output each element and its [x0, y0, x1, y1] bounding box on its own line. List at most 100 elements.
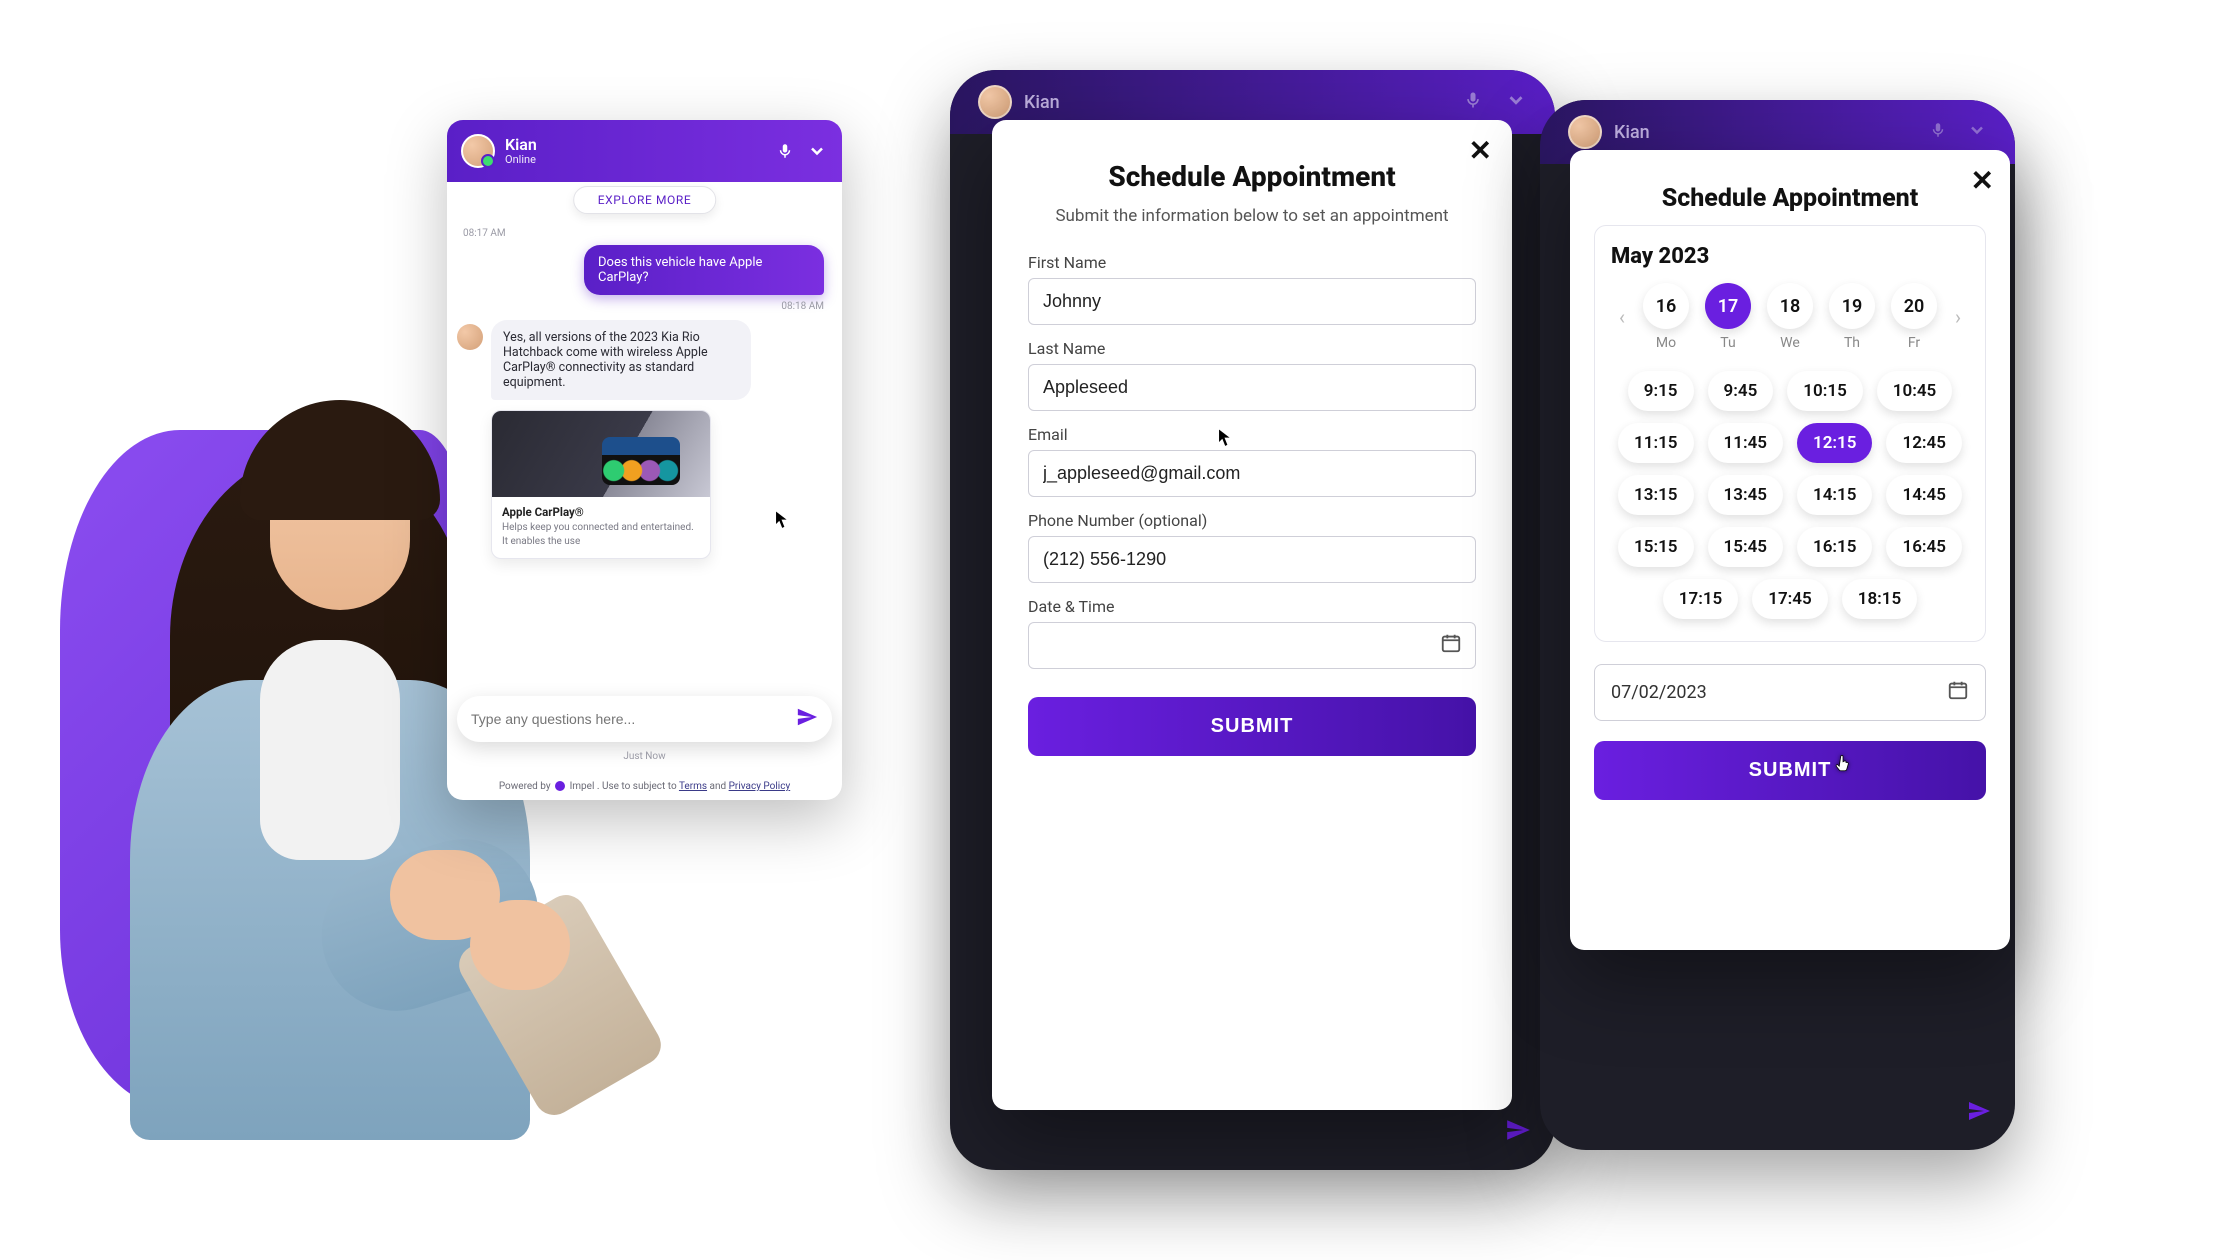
- footer-text: Powered by: [499, 781, 553, 792]
- send-icon[interactable]: [1505, 1117, 1531, 1150]
- chat-widget: Kian Online EXPLORE MORE 08:17 AM Does t…: [447, 120, 842, 800]
- calendar-day-number: 20: [1891, 283, 1937, 329]
- modal-title: Schedule Appointment: [1028, 160, 1476, 193]
- card-description: Helps keep you connected and entertained…: [502, 521, 700, 548]
- footer-brand: Impel: [570, 781, 595, 792]
- calendar-day-label: We: [1780, 335, 1800, 351]
- calendar-icon[interactable]: [1440, 632, 1462, 658]
- calendar-day[interactable]: 20 Fr: [1891, 283, 1937, 351]
- selected-date-field[interactable]: 07/02/2023: [1594, 664, 1986, 721]
- label-phone: Phone Number (optional): [1028, 511, 1476, 530]
- card-image: [492, 411, 710, 497]
- footer-text: and: [710, 781, 729, 792]
- chat-input-bar: [457, 696, 832, 742]
- time-slot[interactable]: 13:45: [1708, 475, 1783, 515]
- footer-text: . Use to subject to: [597, 781, 679, 792]
- calendar-day[interactable]: 16 Mo: [1643, 283, 1689, 351]
- chevron-down-icon[interactable]: [1505, 89, 1527, 115]
- user-message: Does this vehicle have Apple CarPlay?: [584, 245, 824, 295]
- calendar-prev[interactable]: ‹: [1611, 305, 1633, 329]
- label-email: Email: [1028, 425, 1476, 444]
- time-slot[interactable]: 16:15: [1797, 527, 1872, 567]
- first-name-field[interactable]: [1028, 278, 1476, 325]
- close-icon[interactable]: ✕: [1971, 164, 1994, 197]
- schedule-calendar-modal: ✕ Schedule Appointment May 2023 ‹ 16 Mo 17…: [1570, 150, 2010, 950]
- last-name-field[interactable]: [1028, 364, 1476, 411]
- time-slot[interactable]: 17:45: [1752, 579, 1827, 619]
- content-card[interactable]: Apple CarPlay® Helps keep you connected …: [491, 410, 711, 559]
- time-slot[interactable]: 10:45: [1877, 371, 1952, 411]
- calendar-day-number: 18: [1767, 283, 1813, 329]
- calendar-day-label: Mo: [1656, 335, 1676, 351]
- calendar-day-number: 16: [1643, 283, 1689, 329]
- mic-icon[interactable]: [1463, 90, 1483, 114]
- bot-message: Yes, all versions of the 2023 Kia Rio Ha…: [491, 320, 751, 400]
- calendar-icon: [1947, 679, 1969, 706]
- mic-icon[interactable]: [774, 140, 796, 162]
- agent-avatar: [1568, 115, 1602, 149]
- time-slot[interactable]: 16:45: [1886, 527, 1961, 567]
- agent-name: Kian: [1614, 122, 1650, 143]
- time-slot[interactable]: 15:15: [1618, 527, 1693, 567]
- datetime-field[interactable]: [1028, 622, 1476, 669]
- chat-body: EXPLORE MORE 08:17 AM Does this vehicle …: [447, 182, 842, 720]
- calendar-day[interactable]: 18 We: [1767, 283, 1813, 351]
- calendar-day-label: Th: [1844, 335, 1860, 351]
- time-slot[interactable]: 11:15: [1618, 423, 1693, 463]
- chevron-down-icon[interactable]: [806, 140, 828, 162]
- explore-more-chip[interactable]: EXPLORE MORE: [573, 186, 717, 214]
- send-icon[interactable]: [1967, 1099, 1991, 1130]
- agent-avatar-small: [457, 324, 483, 350]
- label-datetime: Date & Time: [1028, 597, 1476, 616]
- time-slot[interactable]: 10:15: [1787, 371, 1862, 411]
- card-title: Apple CarPlay®: [502, 505, 700, 519]
- calendar-panel: May 2023 ‹ 16 Mo 17 Tu 18 We 19 Th 20 Fr › 9:15 9:…: [1594, 225, 1986, 642]
- submit-button[interactable]: SUBMIT: [1594, 741, 1986, 800]
- time-slot[interactable]: 9:45: [1708, 371, 1774, 411]
- timestamp: 08:17 AM: [463, 228, 832, 239]
- chat-footer: Powered by Impel . Use to subject to Ter…: [447, 781, 842, 792]
- timestamp: 08:18 AM: [457, 301, 824, 312]
- agent-name: Kian: [1024, 92, 1060, 113]
- calendar-day-label: Tu: [1720, 335, 1735, 351]
- calendar-day-number: 19: [1829, 283, 1875, 329]
- calendar-day[interactable]: 19 Th: [1829, 283, 1875, 351]
- time-slot[interactable]: 11:45: [1708, 423, 1783, 463]
- agent-status: Online: [505, 154, 764, 166]
- terms-link[interactable]: Terms: [679, 781, 707, 792]
- send-icon[interactable]: [796, 706, 818, 732]
- just-now-label: Just Now: [447, 751, 842, 762]
- calendar-month: May 2023: [1611, 244, 1969, 269]
- time-slot[interactable]: 14:45: [1886, 475, 1961, 515]
- time-slot[interactable]: 12:15: [1797, 423, 1872, 463]
- mic-icon[interactable]: [1929, 121, 1947, 143]
- close-icon[interactable]: ✕: [1469, 134, 1492, 167]
- calendar-day-label: Fr: [1908, 335, 1920, 351]
- calendar-next[interactable]: ›: [1947, 305, 1969, 329]
- time-slot[interactable]: 17:15: [1663, 579, 1738, 619]
- time-slot[interactable]: 15:45: [1708, 527, 1783, 567]
- time-slot[interactable]: 12:45: [1886, 423, 1961, 463]
- calendar-day[interactable]: 17 Tu: [1705, 283, 1751, 351]
- modal-title: Schedule Appointment: [1594, 184, 1986, 213]
- submit-button[interactable]: SUBMIT: [1028, 697, 1476, 756]
- time-slot[interactable]: 18:15: [1842, 579, 1917, 619]
- chevron-down-icon[interactable]: [1967, 120, 1987, 144]
- privacy-link[interactable]: Privacy Policy: [729, 781, 791, 792]
- agent-avatar: [978, 85, 1012, 119]
- schedule-form-modal: ✕ Schedule Appointment Submit the inform…: [992, 120, 1512, 1110]
- label-last-name: Last Name: [1028, 339, 1476, 358]
- time-slot[interactable]: 14:15: [1797, 475, 1872, 515]
- time-slot[interactable]: 13:15: [1618, 475, 1693, 515]
- modal-subtitle: Submit the information below to set an a…: [1048, 205, 1456, 229]
- submit-label: SUBMIT: [1749, 759, 1832, 781]
- chat-input[interactable]: [471, 711, 796, 727]
- selected-date-value: 07/02/2023: [1611, 682, 1707, 703]
- chat-header: Kian Online: [447, 120, 842, 182]
- email-field[interactable]: [1028, 450, 1476, 497]
- agent-avatar: [461, 134, 495, 168]
- phone-field[interactable]: [1028, 536, 1476, 583]
- calendar-day-number: 17: [1705, 283, 1751, 329]
- pointer-hand-icon: [1834, 753, 1852, 775]
- time-slot[interactable]: 9:15: [1628, 371, 1694, 411]
